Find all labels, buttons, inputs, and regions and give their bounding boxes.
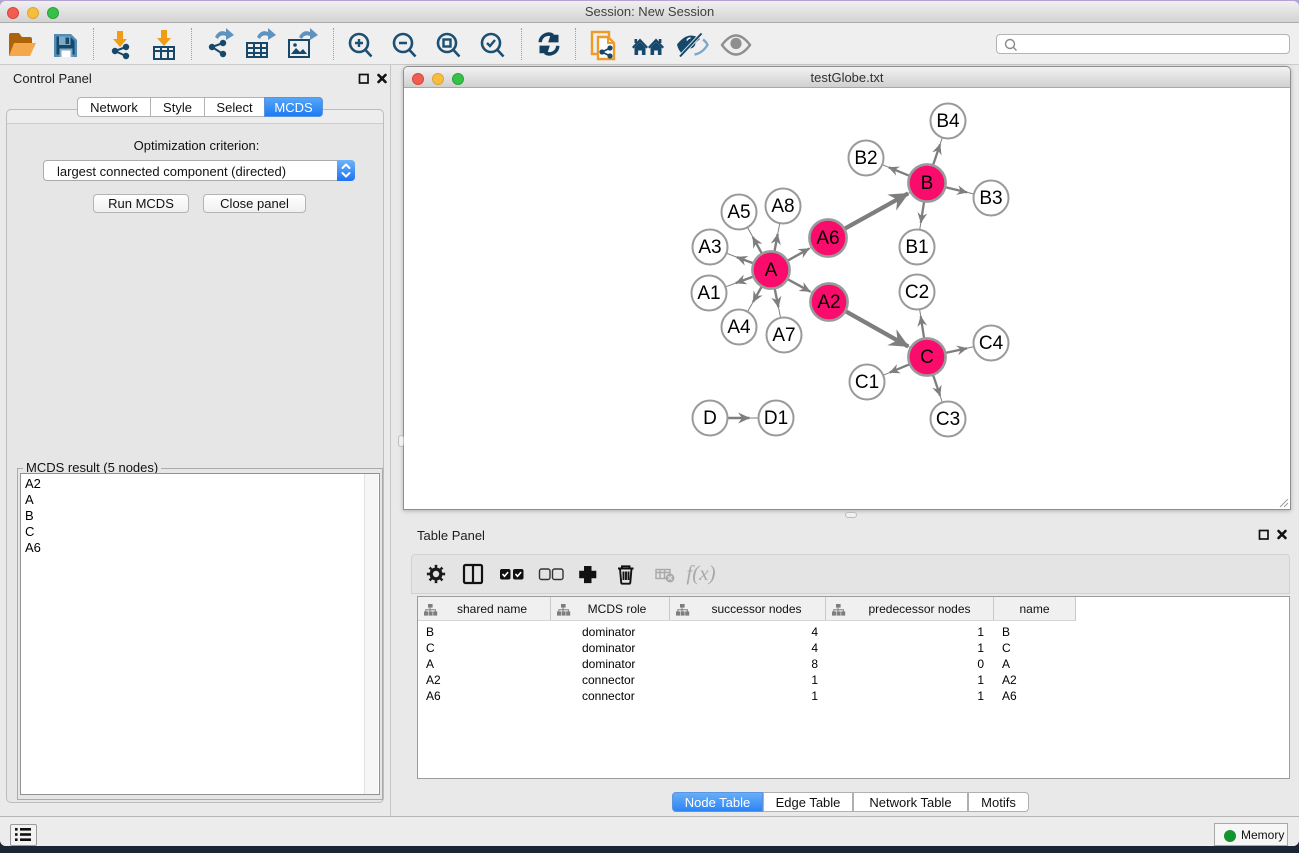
svg-text:A3: A3 [698,237,721,258]
svg-text:B4: B4 [936,111,960,132]
svg-text:C3: C3 [936,409,960,430]
svg-text:D: D [703,408,717,429]
svg-text:D1: D1 [764,408,788,429]
svg-text:A6: A6 [816,228,839,249]
svg-text:A1: A1 [697,283,720,304]
svg-text:A5: A5 [727,202,750,223]
svg-text:A8: A8 [771,196,794,217]
svg-text:C4: C4 [979,333,1004,354]
svg-text:B: B [921,173,934,194]
svg-text:A2: A2 [817,292,840,313]
svg-text:A: A [765,260,778,281]
svg-text:f(x): f(x) [686,561,715,585]
svg-text:C: C [920,347,934,368]
svg-text:B1: B1 [905,237,928,258]
svg-text:B2: B2 [854,148,877,169]
svg-text:A7: A7 [772,325,795,346]
svg-text:A4: A4 [727,317,751,338]
svg-text:C1: C1 [855,372,879,393]
svg-text:B3: B3 [979,188,1002,209]
svg-text:C2: C2 [905,282,929,303]
